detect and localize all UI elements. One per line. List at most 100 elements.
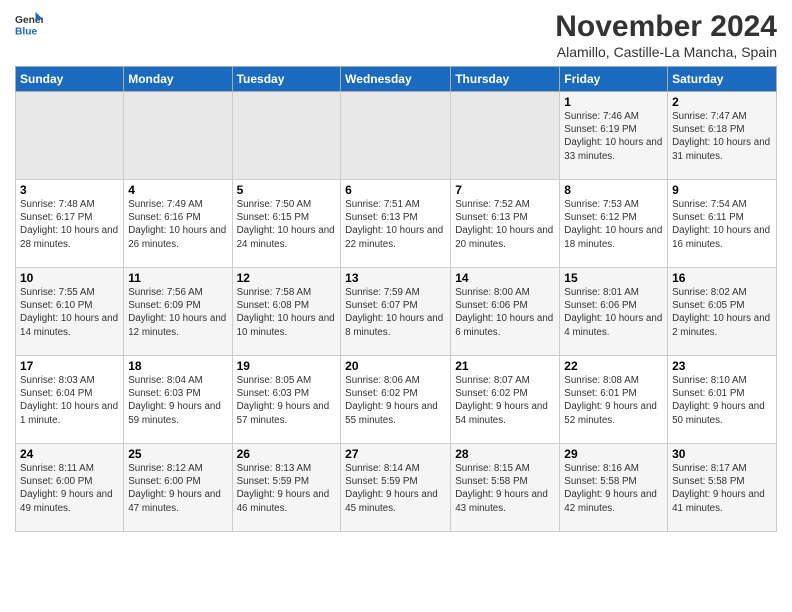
day-number: 8: [564, 183, 663, 197]
calendar-week-row: 1Sunrise: 7:46 AM Sunset: 6:19 PM Daylig…: [16, 92, 777, 180]
col-wednesday: Wednesday: [341, 67, 451, 92]
table-row: 13Sunrise: 7:59 AM Sunset: 6:07 PM Dayli…: [341, 268, 451, 356]
day-number: 20: [345, 359, 446, 373]
day-number: 29: [564, 447, 663, 461]
table-row: 24Sunrise: 8:11 AM Sunset: 6:00 PM Dayli…: [16, 444, 124, 532]
location-subtitle: Alamillo, Castille-La Mancha, Spain: [555, 44, 777, 60]
table-row: 17Sunrise: 8:03 AM Sunset: 6:04 PM Dayli…: [16, 356, 124, 444]
table-row: [16, 92, 124, 180]
day-number: 21: [455, 359, 555, 373]
table-row: 18Sunrise: 8:04 AM Sunset: 6:03 PM Dayli…: [124, 356, 232, 444]
day-info: Sunrise: 8:10 AM Sunset: 6:01 PM Dayligh…: [672, 374, 772, 427]
table-row: [232, 92, 341, 180]
col-sunday: Sunday: [16, 67, 124, 92]
table-row: 1Sunrise: 7:46 AM Sunset: 6:19 PM Daylig…: [560, 92, 668, 180]
day-info: Sunrise: 7:56 AM Sunset: 6:09 PM Dayligh…: [128, 286, 227, 339]
day-info: Sunrise: 8:03 AM Sunset: 6:04 PM Dayligh…: [20, 374, 119, 427]
day-info: Sunrise: 7:55 AM Sunset: 6:10 PM Dayligh…: [20, 286, 119, 339]
day-number: 25: [128, 447, 227, 461]
day-number: 30: [672, 447, 772, 461]
day-number: 17: [20, 359, 119, 373]
day-info: Sunrise: 7:50 AM Sunset: 6:15 PM Dayligh…: [237, 198, 337, 251]
month-title: November 2024: [555, 10, 777, 44]
day-info: Sunrise: 8:06 AM Sunset: 6:02 PM Dayligh…: [345, 374, 446, 427]
table-row: [451, 92, 560, 180]
svg-text:Blue: Blue: [15, 26, 38, 37]
day-info: Sunrise: 8:00 AM Sunset: 6:06 PM Dayligh…: [455, 286, 555, 339]
table-row: 20Sunrise: 8:06 AM Sunset: 6:02 PM Dayli…: [341, 356, 451, 444]
table-row: 30Sunrise: 8:17 AM Sunset: 5:58 PM Dayli…: [668, 444, 777, 532]
calendar-week-row: 17Sunrise: 8:03 AM Sunset: 6:04 PM Dayli…: [16, 356, 777, 444]
table-row: 27Sunrise: 8:14 AM Sunset: 5:59 PM Dayli…: [341, 444, 451, 532]
calendar-header-row: Sunday Monday Tuesday Wednesday Thursday…: [16, 67, 777, 92]
table-row: 26Sunrise: 8:13 AM Sunset: 5:59 PM Dayli…: [232, 444, 341, 532]
day-number: 13: [345, 271, 446, 285]
table-row: 15Sunrise: 8:01 AM Sunset: 6:06 PM Dayli…: [560, 268, 668, 356]
day-info: Sunrise: 7:49 AM Sunset: 6:16 PM Dayligh…: [128, 198, 227, 251]
day-info: Sunrise: 8:11 AM Sunset: 6:00 PM Dayligh…: [20, 462, 119, 515]
table-row: 28Sunrise: 8:15 AM Sunset: 5:58 PM Dayli…: [451, 444, 560, 532]
day-number: 23: [672, 359, 772, 373]
day-info: Sunrise: 7:51 AM Sunset: 6:13 PM Dayligh…: [345, 198, 446, 251]
col-saturday: Saturday: [668, 67, 777, 92]
day-info: Sunrise: 8:15 AM Sunset: 5:58 PM Dayligh…: [455, 462, 555, 515]
table-row: 29Sunrise: 8:16 AM Sunset: 5:58 PM Dayli…: [560, 444, 668, 532]
day-info: Sunrise: 8:13 AM Sunset: 5:59 PM Dayligh…: [237, 462, 337, 515]
day-info: Sunrise: 8:01 AM Sunset: 6:06 PM Dayligh…: [564, 286, 663, 339]
day-info: Sunrise: 8:08 AM Sunset: 6:01 PM Dayligh…: [564, 374, 663, 427]
header: General Blue November 2024 Alamillo, Cas…: [15, 10, 777, 60]
logo-icon: General Blue: [15, 10, 43, 38]
table-row: 9Sunrise: 7:54 AM Sunset: 6:11 PM Daylig…: [668, 180, 777, 268]
day-info: Sunrise: 7:58 AM Sunset: 6:08 PM Dayligh…: [237, 286, 337, 339]
day-info: Sunrise: 7:46 AM Sunset: 6:19 PM Dayligh…: [564, 110, 663, 163]
table-row: 11Sunrise: 7:56 AM Sunset: 6:09 PM Dayli…: [124, 268, 232, 356]
col-thursday: Thursday: [451, 67, 560, 92]
day-info: Sunrise: 8:12 AM Sunset: 6:00 PM Dayligh…: [128, 462, 227, 515]
day-number: 14: [455, 271, 555, 285]
day-number: 9: [672, 183, 772, 197]
table-row: 16Sunrise: 8:02 AM Sunset: 6:05 PM Dayli…: [668, 268, 777, 356]
table-row: [341, 92, 451, 180]
day-number: 19: [237, 359, 337, 373]
col-friday: Friday: [560, 67, 668, 92]
day-info: Sunrise: 7:59 AM Sunset: 6:07 PM Dayligh…: [345, 286, 446, 339]
day-number: 16: [672, 271, 772, 285]
day-number: 26: [237, 447, 337, 461]
page: General Blue November 2024 Alamillo, Cas…: [0, 0, 792, 542]
day-number: 6: [345, 183, 446, 197]
table-row: 21Sunrise: 8:07 AM Sunset: 6:02 PM Dayli…: [451, 356, 560, 444]
day-info: Sunrise: 8:05 AM Sunset: 6:03 PM Dayligh…: [237, 374, 337, 427]
table-row: 2Sunrise: 7:47 AM Sunset: 6:18 PM Daylig…: [668, 92, 777, 180]
table-row: 25Sunrise: 8:12 AM Sunset: 6:00 PM Dayli…: [124, 444, 232, 532]
day-info: Sunrise: 8:17 AM Sunset: 5:58 PM Dayligh…: [672, 462, 772, 515]
table-row: 5Sunrise: 7:50 AM Sunset: 6:15 PM Daylig…: [232, 180, 341, 268]
day-info: Sunrise: 7:48 AM Sunset: 6:17 PM Dayligh…: [20, 198, 119, 251]
day-number: 4: [128, 183, 227, 197]
day-number: 11: [128, 271, 227, 285]
table-row: 12Sunrise: 7:58 AM Sunset: 6:08 PM Dayli…: [232, 268, 341, 356]
day-info: Sunrise: 7:52 AM Sunset: 6:13 PM Dayligh…: [455, 198, 555, 251]
day-info: Sunrise: 8:04 AM Sunset: 6:03 PM Dayligh…: [128, 374, 227, 427]
day-info: Sunrise: 8:07 AM Sunset: 6:02 PM Dayligh…: [455, 374, 555, 427]
table-row: 8Sunrise: 7:53 AM Sunset: 6:12 PM Daylig…: [560, 180, 668, 268]
day-number: 27: [345, 447, 446, 461]
day-number: 2: [672, 95, 772, 109]
day-info: Sunrise: 8:16 AM Sunset: 5:58 PM Dayligh…: [564, 462, 663, 515]
day-info: Sunrise: 8:02 AM Sunset: 6:05 PM Dayligh…: [672, 286, 772, 339]
day-number: 18: [128, 359, 227, 373]
day-info: Sunrise: 7:54 AM Sunset: 6:11 PM Dayligh…: [672, 198, 772, 251]
table-row: 22Sunrise: 8:08 AM Sunset: 6:01 PM Dayli…: [560, 356, 668, 444]
col-tuesday: Tuesday: [232, 67, 341, 92]
logo: General Blue: [15, 10, 45, 38]
table-row: 6Sunrise: 7:51 AM Sunset: 6:13 PM Daylig…: [341, 180, 451, 268]
day-number: 3: [20, 183, 119, 197]
table-row: 10Sunrise: 7:55 AM Sunset: 6:10 PM Dayli…: [16, 268, 124, 356]
table-row: [124, 92, 232, 180]
day-number: 15: [564, 271, 663, 285]
day-number: 22: [564, 359, 663, 373]
table-row: 7Sunrise: 7:52 AM Sunset: 6:13 PM Daylig…: [451, 180, 560, 268]
table-row: 23Sunrise: 8:10 AM Sunset: 6:01 PM Dayli…: [668, 356, 777, 444]
day-number: 12: [237, 271, 337, 285]
table-row: 3Sunrise: 7:48 AM Sunset: 6:17 PM Daylig…: [16, 180, 124, 268]
table-row: 4Sunrise: 7:49 AM Sunset: 6:16 PM Daylig…: [124, 180, 232, 268]
